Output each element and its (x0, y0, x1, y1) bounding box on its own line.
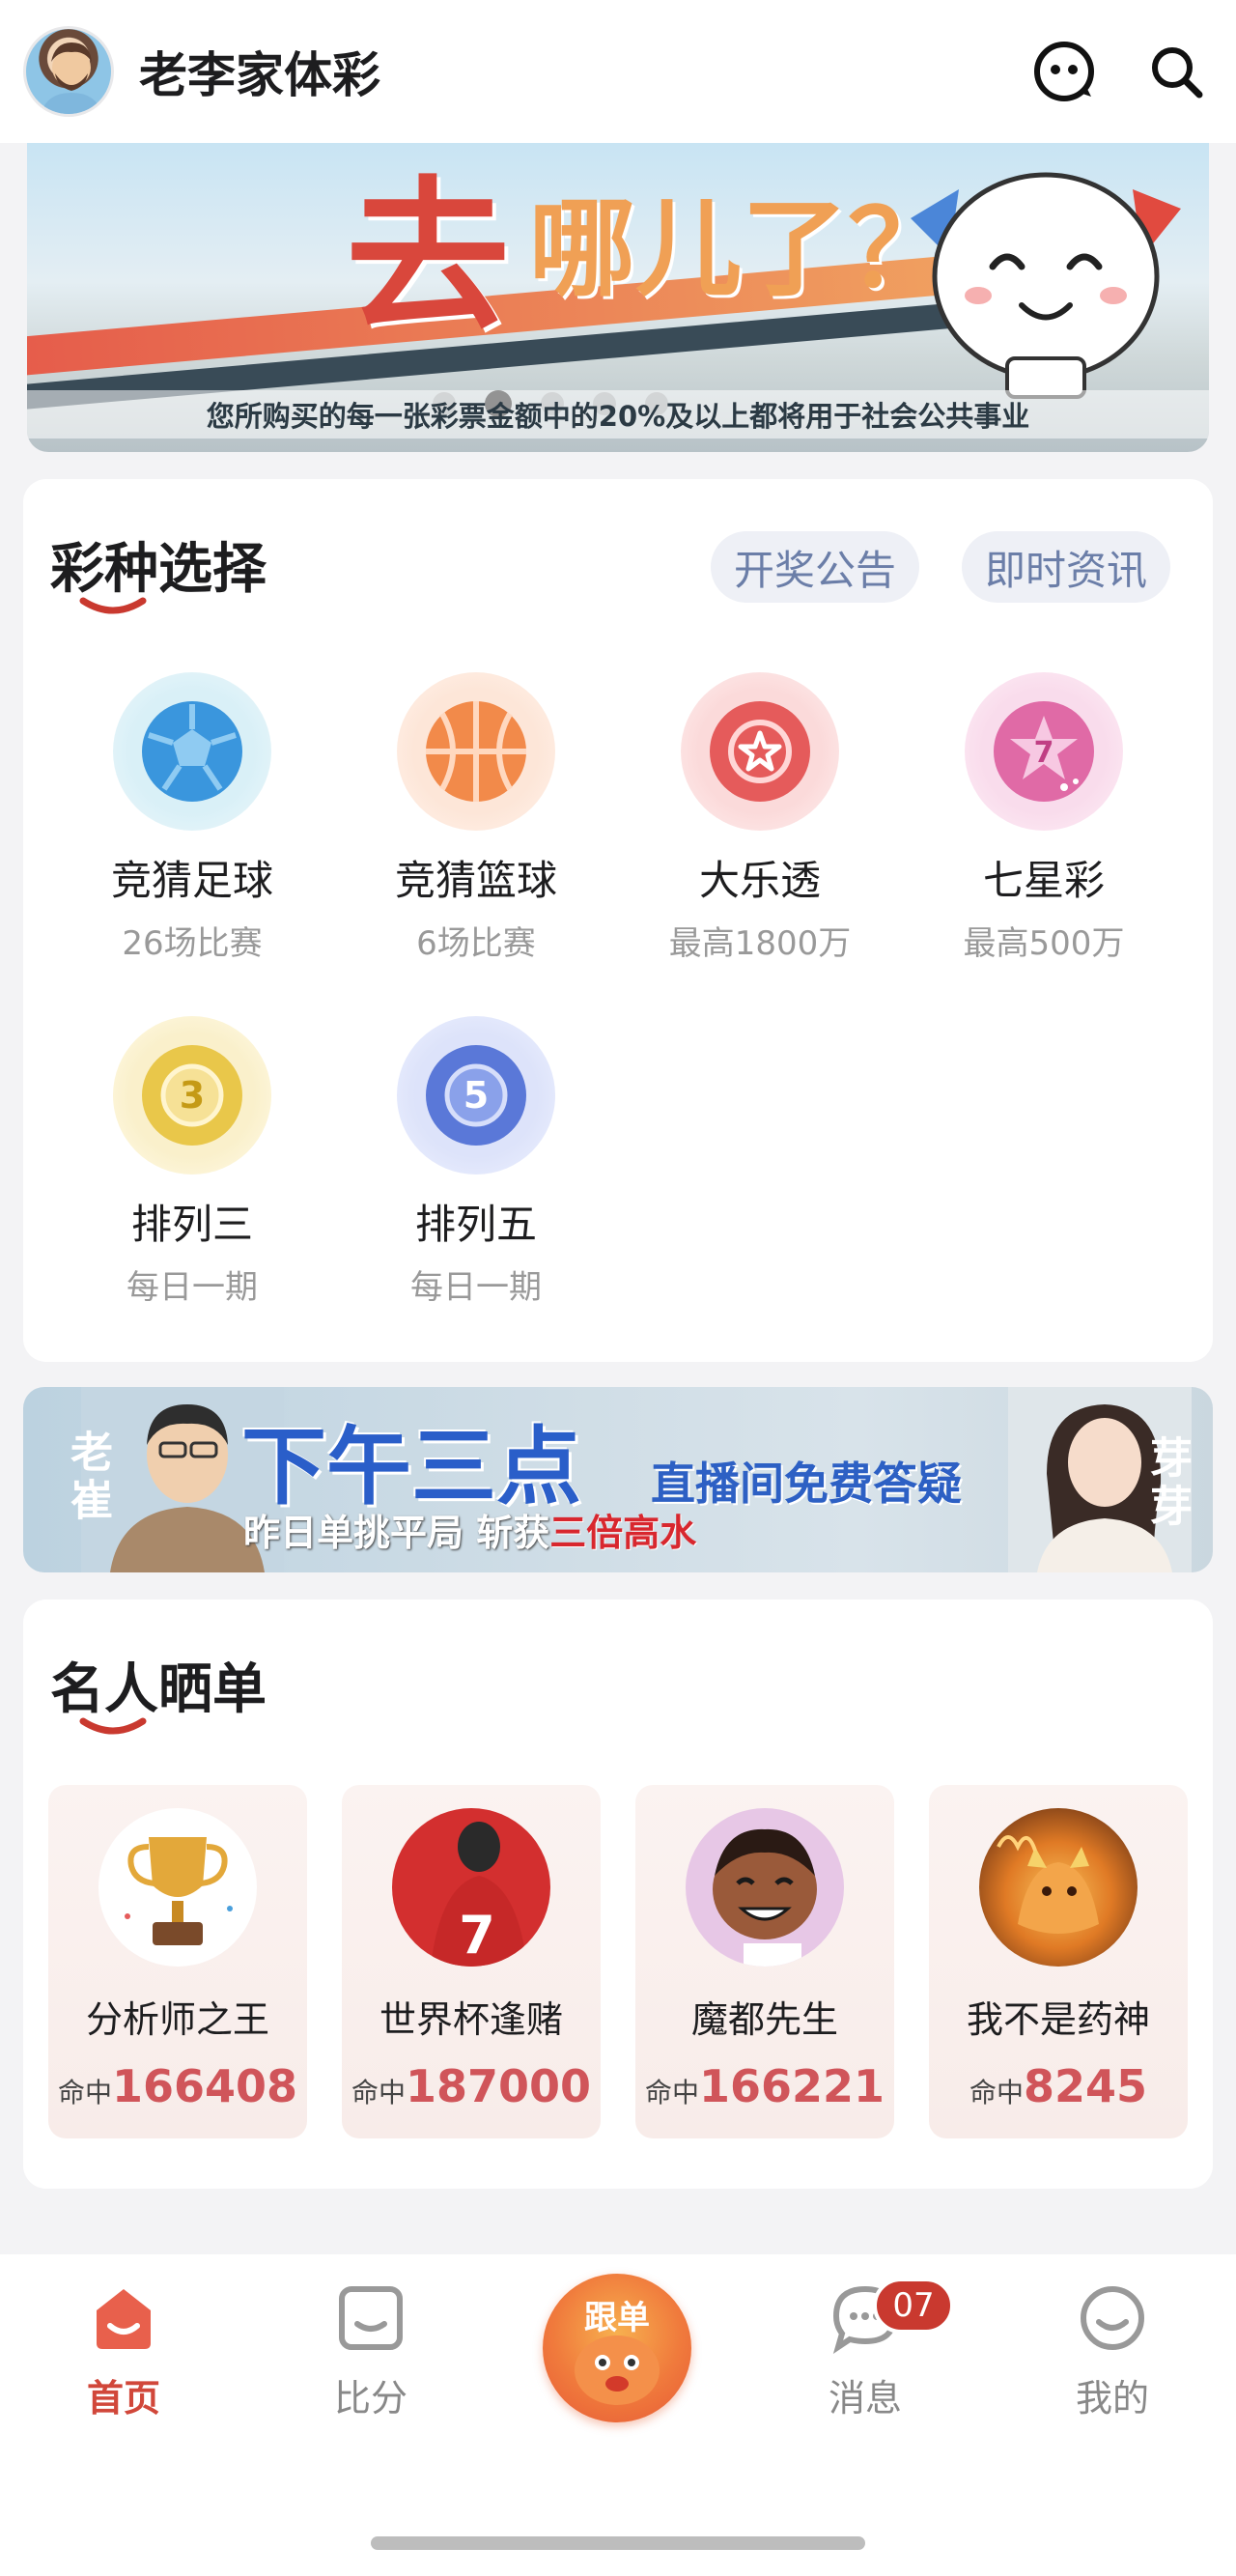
home-icon (85, 2279, 162, 2357)
draw-announcement-button[interactable]: 开奖公告 (711, 531, 920, 603)
celebrity-hit-count: 命中8245 (929, 2060, 1188, 2112)
lottery-subtitle: 26场比赛 (122, 924, 263, 963)
lottery-item-basketball[interactable]: 竞猜篮球 6场比赛 (336, 672, 616, 964)
lottery-name: 排列五 (414, 1201, 537, 1248)
celebrity-card[interactable]: 分析师之王 命中166408 (48, 1785, 307, 2138)
star-ball-icon (681, 672, 839, 831)
banner-caption: 您所购买的每一张彩票金额中的20%及以上都将用于社会公共事业 (27, 390, 1209, 439)
hit-label: 命中 (57, 2077, 112, 2109)
lottery-name: 竞猜篮球 (394, 857, 557, 904)
lottery-item-football[interactable]: 竞猜足球 26场比赛 (52, 672, 332, 964)
hit-label: 命中 (969, 2077, 1024, 2109)
lottery-item-super-lotto[interactable]: 大乐透 最高1800万 (620, 672, 900, 964)
lottery-subtitle: 每日一期 (410, 1268, 542, 1307)
app-header: 老李家体彩 (0, 0, 1236, 143)
celebrity-hit-count: 命中166221 (635, 2060, 894, 2112)
search-icon[interactable] (1139, 35, 1213, 108)
hit-value: 8245 (1023, 2060, 1148, 2112)
hit-value: 166408 (111, 2060, 298, 2112)
lottery-name: 七星彩 (982, 857, 1105, 904)
live-news-button[interactable]: 即时资讯 (962, 531, 1171, 603)
lottery-name: 竞猜足球 (110, 857, 273, 904)
celebrity-name: 魔都先生 (690, 1998, 838, 2041)
celebrity-name: 世界杯逢赌 (379, 1998, 563, 2041)
basketball-icon (397, 672, 555, 831)
lottery-subtitle: 最高500万 (963, 924, 1125, 963)
lottery-name: 大乐透 (698, 857, 821, 904)
app-title: 老李家体彩 (139, 47, 380, 103)
live-stream-promo-banner[interactable]: 老崔 下午三点 直播间免费答疑 昨日单挑平局 斩获三倍高水 芽芽 (23, 1387, 1213, 1572)
svg-text:5: 5 (464, 1074, 489, 1117)
title-swoosh-icon (79, 1717, 147, 1735)
celebrity-card[interactable]: 我不是药神 命中8245 (929, 1785, 1188, 2138)
lottery-selection-card: 彩种选择 开奖公告 即时资讯 竞猜足球 26场比赛 竞猜篮球 6场比赛 大乐透 … (23, 479, 1213, 1362)
lottery-item-pick3[interactable]: 3 排列三 每日一期 (52, 1016, 332, 1308)
number-5-ball-icon: 5 (397, 1016, 555, 1175)
customer-service-icon[interactable] (1027, 35, 1101, 108)
lottery-subtitle: 每日一期 (126, 1268, 258, 1307)
celebrity-hit-count: 命中187000 (342, 2060, 601, 2112)
celebrity-name: 分析师之王 (85, 1998, 269, 2041)
promo-bottom-lead: 昨日单挑平局 斩获 (243, 1512, 550, 1554)
promo-highlight: 三倍高水 (549, 1512, 697, 1554)
svg-text:7: 7 (459, 1905, 495, 1966)
cartoon-avatar (686, 1808, 844, 1967)
trophy-avatar (98, 1808, 257, 1967)
title-swoosh-icon (79, 597, 147, 614)
hit-value: 166221 (698, 2060, 885, 2112)
message-badge: 07 (873, 2278, 954, 2334)
nav-label: 首页 (86, 2377, 160, 2420)
lottery-subtitle: 6场比赛 (416, 924, 536, 963)
fire-animal-avatar (979, 1808, 1138, 1967)
lottery-subtitle: 最高1800万 (668, 924, 852, 963)
banner-headline: 去 (346, 162, 515, 354)
nav-tab-score[interactable]: 比分 (294, 2279, 448, 2421)
nav-label: 消息 (828, 2377, 902, 2420)
nav-tab-follow[interactable]: 跟单 (543, 2274, 691, 2422)
profile-icon (1074, 2279, 1151, 2357)
lottery-name: 排列三 (130, 1201, 253, 1248)
nav-label: 我的 (1075, 2377, 1149, 2420)
hit-value: 187000 (405, 2060, 592, 2112)
svg-text:7: 7 (1034, 736, 1054, 770)
promo-subline: 直播间免费答疑 (651, 1458, 962, 1510)
nav-label: 跟单 (584, 2299, 650, 2337)
celebrity-picks-card: 名人晒单 分析师之王 命中166408 7 世界杯逢赌 命中187000 魔都先… (23, 1599, 1213, 2189)
celebrity-hit-count: 命中166408 (48, 2060, 307, 2112)
promo-host-right: 芽芽 (1142, 1435, 1192, 1532)
celebrity-name: 我不是药神 (966, 1998, 1150, 2041)
hit-label: 命中 (351, 2077, 406, 2109)
score-icon (332, 2279, 409, 2357)
promo-host-left: 老崔 (63, 1430, 112, 1526)
svg-text:3: 3 (180, 1074, 205, 1117)
section-title: 彩种选择 (50, 538, 267, 601)
football-player-avatar: 7 (392, 1808, 550, 1967)
nav-tab-profile[interactable]: 我的 (1035, 2279, 1190, 2421)
user-avatar[interactable] (23, 26, 114, 117)
banner-headline-tail: 哪儿了？ (529, 187, 954, 311)
avatar-illustration (41, 42, 102, 114)
panda-mascot-icon (911, 172, 1181, 399)
celebrity-card[interactable]: 7 世界杯逢赌 命中187000 (342, 1785, 601, 2138)
seven-star-icon: 7 (965, 672, 1123, 831)
celebrity-card[interactable]: 魔都先生 命中166221 (635, 1785, 894, 2138)
home-indicator[interactable] (371, 2536, 865, 2550)
hit-label: 命中 (644, 2077, 699, 2109)
bottom-navigation: 首页 比分 跟单 消息 07 我的 (0, 2254, 1236, 2576)
football-icon (113, 672, 271, 831)
top-banner[interactable]: 去 哪儿了？ 您所购买的每一张彩票金额中的20%及以上都将用于社会公共事业 (27, 143, 1209, 452)
section-title: 名人晒单 (50, 1658, 267, 1721)
lottery-item-seven-star[interactable]: 7 七星彩 最高500万 (904, 672, 1184, 964)
number-3-ball-icon: 3 (113, 1016, 271, 1175)
nav-label: 比分 (333, 2377, 407, 2420)
nav-tab-home[interactable]: 首页 (46, 2279, 201, 2421)
promo-bottom-text: 昨日单挑平局 斩获三倍高水 (243, 1503, 696, 1556)
lottery-item-pick5[interactable]: 5 排列五 每日一期 (336, 1016, 616, 1308)
